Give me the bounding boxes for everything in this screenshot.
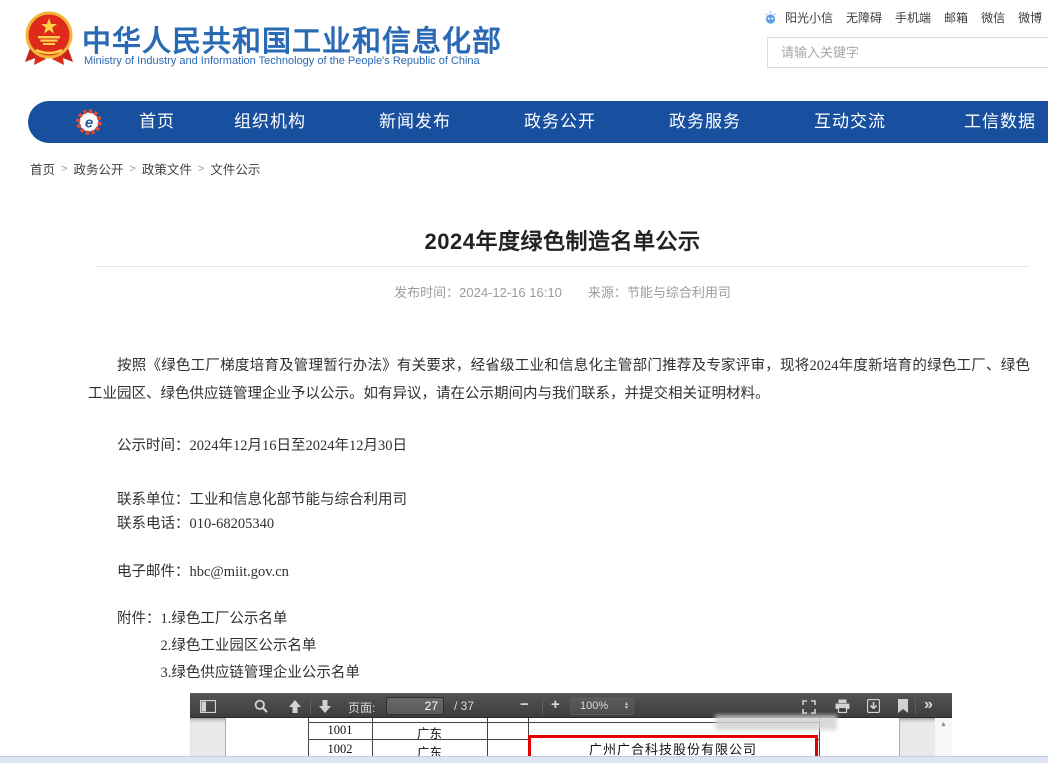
blurred-company-redaction (715, 715, 837, 730)
breadcrumb-gov-affairs[interactable]: 政务公开 (73, 159, 123, 178)
presentation-mode-icon[interactable] (802, 700, 816, 714)
breadcrumb-policy-docs[interactable]: 政策文件 (142, 159, 192, 178)
nav-item-home[interactable]: 首页 (139, 101, 175, 143)
nav-item-gov-affairs[interactable]: 政务公开 (524, 101, 596, 143)
attachment-item-2: 2.绿色工业园区公示名单 (88, 633, 1030, 659)
breadcrumb-home[interactable]: 首页 (30, 159, 55, 178)
attachment-line-1: 附件：1.绿色工厂公示名单 (88, 606, 1030, 632)
email-line: 电子邮件：hbc@miit.gov.cn (88, 560, 1030, 584)
nav-item-news[interactable]: 新闻发布 (379, 101, 451, 143)
more-tools-icon[interactable]: » (924, 696, 933, 714)
page-label: 页面: (348, 699, 375, 716)
article-body: 按照《绿色工厂梯度培育及管理暂行办法》有关要求，经省级工业和信息化主管部门推荐及… (88, 352, 1030, 686)
header-quick-links: 阳光小信 无障碍 手机端 邮箱 微信 微博 (763, 9, 1042, 26)
search-icon[interactable] (254, 699, 268, 713)
attachments-block: 附件：1.绿色工厂公示名单 2.绿色工业园区公示名单 3.绿色供应链管理企业公示… (88, 606, 1030, 686)
sunshine-assistant-icon (763, 10, 778, 25)
quick-link-mail[interactable]: 邮箱 (944, 9, 968, 26)
nav-item-interaction[interactable]: 互动交流 (814, 101, 886, 143)
table-cell-no: 1001 (308, 723, 372, 738)
select-spinner-icon: ▴▾ (625, 702, 633, 710)
zoom-level-value: 100% (571, 700, 625, 712)
table-cell-company: 广州广合科技股份有限公司 (589, 739, 757, 758)
breadcrumb-separator: > (198, 163, 204, 175)
breadcrumb-doc-publicity[interactable]: 文件公示 (210, 159, 260, 178)
source: 节能与综合利用司 (627, 285, 731, 300)
pdf-viewer: 页面: / 37 − + 100% ▴▾ (190, 693, 952, 763)
article-title: 2024年度绿色制造名单公示 (95, 224, 1030, 256)
site-title: 中华人民共和国工业和信息化部 (82, 18, 502, 60)
quick-link-wechat[interactable]: 微信 (981, 9, 1005, 26)
publish-time-label: 发布时间： (394, 285, 459, 300)
national-emblem-icon (24, 10, 74, 68)
svg-text:e: e (85, 115, 93, 132)
zoom-in-icon[interactable]: + (551, 696, 560, 713)
pdf-toolbar: 页面: / 37 − + 100% ▴▾ (190, 693, 952, 718)
nav-item-organization[interactable]: 组织机构 (234, 101, 306, 143)
quick-link-accessibility[interactable]: 无障碍 (846, 9, 882, 26)
download-icon[interactable] (867, 699, 880, 713)
table-cell-province: 广东 (372, 723, 487, 742)
zoom-level-select[interactable]: 100% ▴▾ (570, 697, 634, 715)
miit-gear-e-icon: e (76, 109, 102, 135)
toolbar-divider (542, 698, 543, 714)
contact-phone-line: 联系电话：010-68205340 (88, 512, 1030, 536)
source-label: 来源： (588, 285, 627, 300)
article-meta: 发布时间：2024-12-16 16:10 来源：节能与综合利用司 (95, 282, 1030, 301)
toolbar-divider (310, 698, 311, 714)
publish-time: 2024-12-16 16:10 (459, 285, 562, 300)
breadcrumb-separator: > (129, 163, 135, 175)
attachment-item-1: 1.绿色工厂公示名单 (161, 611, 288, 627)
site-subtitle: Ministry of Industry and Information Tec… (84, 55, 480, 67)
quick-link-sunshine[interactable]: 阳光小信 (785, 9, 833, 26)
breadcrumb-separator: > (61, 163, 67, 175)
scroll-up-icon[interactable]: ▲ (935, 721, 952, 728)
page-number-input[interactable] (386, 697, 444, 715)
toolbar-divider (915, 698, 916, 714)
bookmark-icon[interactable] (898, 699, 908, 713)
page: 中华人民共和国工业和信息化部 Ministry of Industry and … (0, 0, 1048, 763)
main-nav: e 首页 组织机构 新闻发布 政务公开 政务服务 互动交流 工信数据 (28, 101, 1048, 143)
print-icon[interactable] (835, 699, 850, 713)
quick-link-weibo[interactable]: 微博 (1018, 9, 1042, 26)
attachments-label: 附件： (117, 611, 161, 627)
sidebar-toggle-icon[interactable] (200, 700, 216, 713)
public-period-line: 公示时间：2024年12月16日至2024年12月30日 (88, 434, 1030, 458)
search-input[interactable] (767, 37, 1048, 68)
site-logo[interactable]: 中华人民共和国工业和信息化部 Ministry of Industry and … (24, 8, 584, 88)
footer-strip (0, 756, 1048, 763)
contact-unit-line: 联系单位：工业和信息化部节能与综合利用司 (88, 488, 1030, 512)
page-down-icon[interactable] (318, 700, 332, 713)
nav-item-data[interactable]: 工信数据 (964, 101, 1036, 143)
page-total: / 37 (454, 699, 474, 713)
table-cell-no: 1002 (308, 742, 372, 757)
page-up-icon[interactable] (288, 700, 302, 713)
quick-link-mobile[interactable]: 手机端 (895, 9, 931, 26)
article-paragraph: 按照《绿色工厂梯度培育及管理暂行办法》有关要求，经省级工业和信息化主管部门推荐及… (88, 352, 1030, 408)
zoom-out-icon[interactable]: − (520, 696, 529, 713)
title-divider (95, 266, 1030, 267)
breadcrumb: 首页 > 政务公开 > 政策文件 > 文件公示 (30, 159, 260, 178)
attachment-item-3: 3.绿色供应链管理企业公示名单 (88, 660, 1030, 686)
nav-item-gov-services[interactable]: 政务服务 (669, 101, 741, 143)
